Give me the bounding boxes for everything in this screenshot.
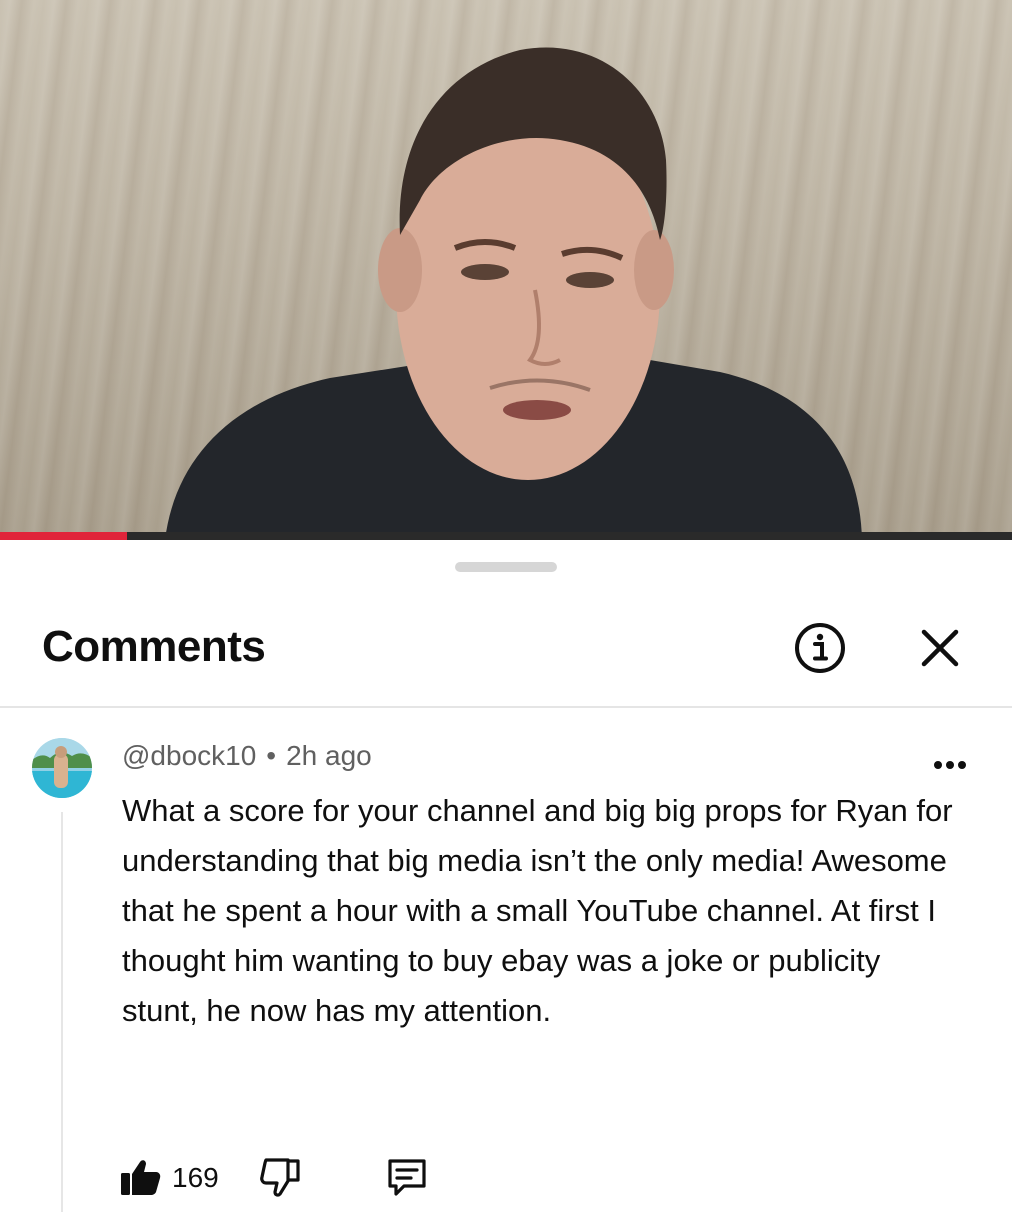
like-button[interactable] xyxy=(118,1154,164,1200)
video-frame-person xyxy=(165,47,862,540)
reply-button[interactable] xyxy=(384,1154,430,1200)
header-divider xyxy=(0,706,1012,708)
avatar-image xyxy=(32,738,92,798)
close-button[interactable] xyxy=(912,620,968,676)
comment-meta: @dbock10 • 2h ago xyxy=(122,740,372,772)
comment-item: @dbock10 • 2h ago What a score for your ch… xyxy=(0,730,1012,1212)
video-progress-fill xyxy=(0,532,127,540)
meta-separator: • xyxy=(266,740,277,771)
comment-time: 2h ago xyxy=(286,740,372,771)
thumbs-down-icon xyxy=(260,1158,300,1197)
dislike-button[interactable] xyxy=(258,1154,304,1200)
drag-handle[interactable] xyxy=(455,562,557,572)
more-options-icon xyxy=(934,761,966,769)
comments-sheet: Comments @dbock10 • 2h ago What a score … xyxy=(0,540,1012,1212)
video-player[interactable] xyxy=(0,0,1012,540)
avatar[interactable] xyxy=(32,738,92,798)
like-count: 169 xyxy=(172,1162,219,1193)
info-button[interactable] xyxy=(792,620,848,676)
more-options-button[interactable] xyxy=(930,750,970,780)
comments-title: Comments xyxy=(42,622,266,671)
comment-text: What a score for your channel and big bi… xyxy=(122,793,953,1028)
thread-line xyxy=(61,812,63,1212)
reply-icon xyxy=(388,1159,426,1196)
video-progress-bar[interactable] xyxy=(0,532,1012,540)
thumbs-up-icon xyxy=(121,1160,161,1195)
comment-author[interactable]: @dbock10 xyxy=(122,740,256,771)
close-icon xyxy=(921,629,959,667)
info-icon xyxy=(795,623,845,673)
